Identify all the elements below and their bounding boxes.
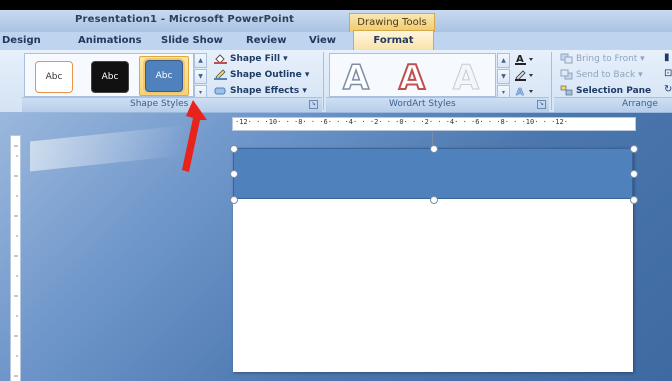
wordart-styles-gallery: A A A — [329, 53, 496, 97]
arrange-group-label: Arrange — [622, 99, 658, 109]
text-fill-icon: A — [515, 54, 533, 65]
resize-handle-top-right[interactable] — [630, 145, 638, 153]
ribbon: Abc Abc Abc ▲ ▼ ▾ Shape Fill ▾ Shape Out… — [0, 50, 672, 113]
text-effects-button[interactable]: A — [514, 85, 536, 98]
bring-to-front-label: Bring to Front — [576, 54, 638, 64]
tab-format[interactable]: Format — [353, 30, 434, 50]
wordart-styles-scroll: ▲ ▼ ▾ — [497, 53, 510, 100]
selection-pane-icon — [560, 85, 573, 96]
wordart-style-2[interactable]: A — [392, 59, 432, 97]
text-outline-button[interactable] — [514, 69, 536, 81]
resize-handle-bottom[interactable] — [430, 196, 438, 204]
resize-handle-left[interactable] — [230, 170, 238, 178]
group-separator — [323, 52, 324, 110]
group-icon[interactable]: ⊡ — [664, 68, 672, 80]
shape-effects-button[interactable]: Shape Effects ▾ — [214, 84, 307, 98]
pencil-icon — [214, 69, 227, 80]
align-icon[interactable]: ▮ — [664, 52, 672, 64]
wordart-dialog-launcher-icon[interactable]: ↘ — [537, 100, 546, 109]
shape-styles-scroll: ▲ ▼ ▾ — [194, 53, 207, 100]
wordart-gallery-up-icon[interactable]: ▲ — [497, 53, 510, 68]
powerpoint-window: Presentation1 - Microsoft PowerPoint Dra… — [0, 0, 672, 381]
tab-slide-show[interactable]: Slide Show — [161, 35, 223, 46]
selection-pane-label: Selection Pane — [576, 86, 652, 96]
shape-style-thumbnail-1[interactable]: Abc — [35, 61, 73, 93]
tab-review[interactable]: Review — [246, 35, 286, 46]
shape-style-thumbnail-3-selected[interactable]: Abc — [139, 56, 189, 96]
resize-handle-top-left[interactable] — [230, 145, 238, 153]
shape-style-thumbnail-2[interactable]: Abc — [91, 61, 129, 93]
drawing-tools-label: Drawing Tools — [357, 17, 427, 28]
tab-format-label: Format — [373, 35, 414, 46]
shape-style-thumbnail-3: Abc — [145, 60, 183, 92]
tab-view[interactable]: View — [309, 35, 336, 46]
wordart-style-3[interactable]: A — [446, 60, 486, 97]
shape-outline-label: Shape Outline — [230, 70, 302, 80]
text-fill-button[interactable]: A — [514, 53, 536, 65]
resize-handle-top[interactable] — [430, 145, 438, 153]
send-to-back-label: Send to Back — [576, 70, 636, 80]
shape-fill-label: Shape Fill — [230, 54, 281, 64]
gallery-up-icon[interactable]: ▲ — [194, 53, 207, 68]
rotate-icon[interactable]: ↻ — [664, 84, 672, 96]
shape-effects-icon — [214, 87, 226, 95]
window-title: Presentation1 - Microsoft PowerPoint — [75, 14, 295, 25]
paint-bucket-icon — [214, 54, 227, 64]
wordart-style-1[interactable]: A — [336, 59, 376, 97]
vertical-ruler-ticks — [14, 145, 18, 377]
resize-handle-right[interactable] — [630, 170, 638, 178]
selection-pane-button[interactable]: Selection Pane — [560, 84, 651, 98]
send-to-back-icon — [560, 69, 573, 80]
shape-styles-gallery: Abc Abc Abc — [24, 53, 194, 97]
title-bar: Presentation1 - Microsoft PowerPoint — [0, 10, 672, 33]
send-to-back-button[interactable]: Send to Back ▾ — [560, 68, 643, 82]
shape-fill-button[interactable]: Shape Fill ▾ — [214, 52, 288, 66]
red-annotation-arrow-icon — [182, 100, 207, 172]
shape-styles-dialog-launcher-icon[interactable]: ↘ — [309, 100, 318, 109]
text-outline-icon — [515, 70, 533, 81]
rotation-handle-stem — [432, 132, 433, 146]
bring-to-front-icon — [560, 53, 573, 64]
tab-animations[interactable]: Animations — [78, 35, 142, 46]
resize-handle-bottom-left[interactable] — [230, 196, 238, 204]
wordart-styles-group-label: WordArt Styles — [389, 99, 456, 109]
bring-to-front-button[interactable]: Bring to Front ▾ — [560, 52, 645, 66]
shape-effects-label: Shape Effects — [230, 86, 300, 96]
group-separator — [551, 52, 552, 110]
selected-rectangle-shape[interactable] — [233, 148, 633, 199]
horizontal-ruler[interactable]: ·12· · ·10· · ·8· · ·6· · ·4· · ·2· · ·0… — [232, 117, 636, 131]
tab-design[interactable]: Design — [2, 35, 41, 46]
screen-top-edge — [0, 0, 672, 10]
shape-outline-button[interactable]: Shape Outline ▾ — [214, 68, 309, 82]
gallery-down-icon[interactable]: ▼ — [194, 69, 207, 84]
horizontal-ruler-scale: ·12· · ·10· · ·8· · ·6· · ·4· · ·2· · ·0… — [235, 118, 568, 126]
resize-handle-bottom-right[interactable] — [630, 196, 638, 204]
wordart-gallery-down-icon[interactable]: ▼ — [497, 69, 510, 84]
ribbon-tabs: Design Animations Slide Show Review View — [0, 32, 672, 51]
vertical-ruler[interactable] — [10, 135, 21, 381]
